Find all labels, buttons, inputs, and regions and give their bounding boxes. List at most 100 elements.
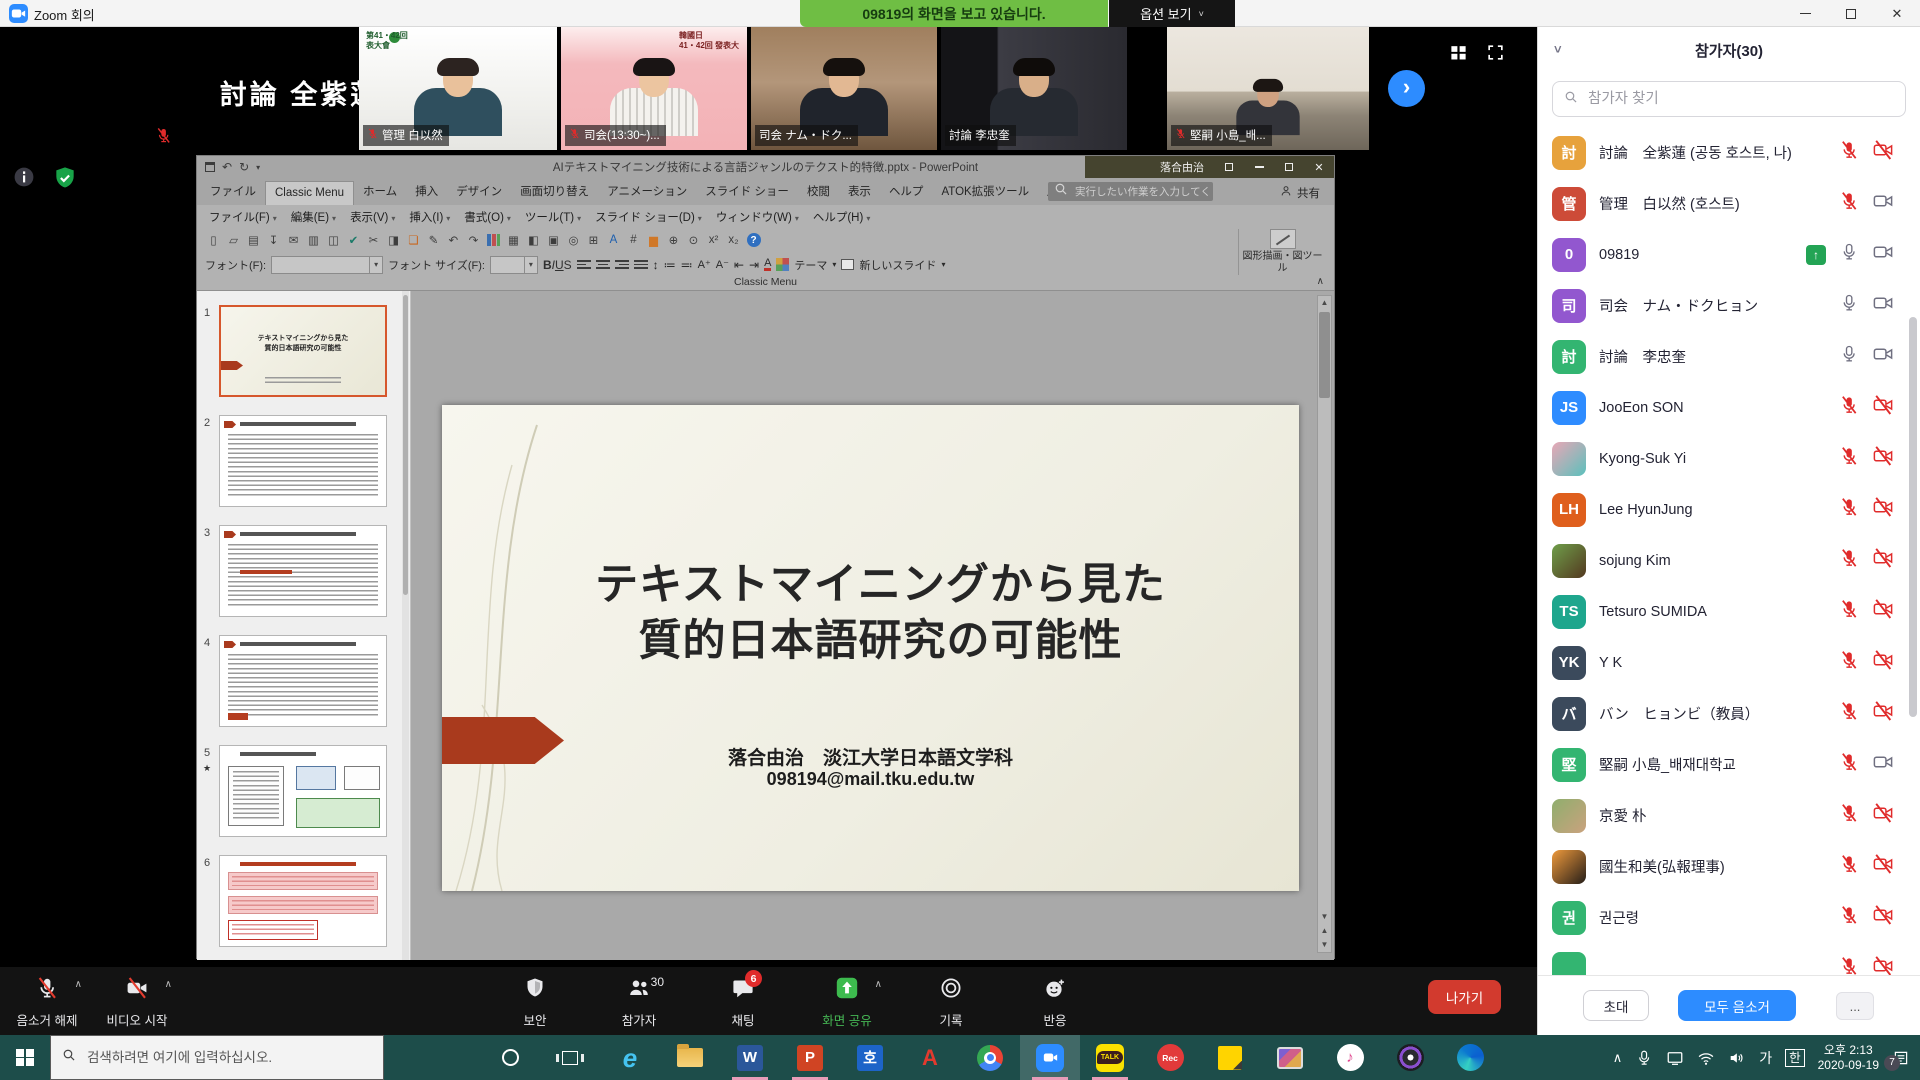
taskbar-app-acrobat[interactable]: A (900, 1035, 960, 1080)
grid-icon[interactable]: # (625, 231, 642, 249)
menu-スライド ショー[interactable]: スライド ショー(D)▾ (589, 208, 708, 226)
slide-thumbnail-1[interactable]: 1テキストマイニングから見た質的日本語研究の可能性 (197, 305, 410, 415)
taskbar-app-video-editor[interactable] (1260, 1035, 1320, 1080)
video-tile[interactable]: 討論 李忠奎 (941, 27, 1127, 150)
slide-scrollbar[interactable]: ▲ ▼ ▲ ▼ (1317, 295, 1332, 953)
drawing-tools-icon[interactable] (1270, 229, 1296, 249)
participant-row[interactable] (1538, 943, 1920, 975)
numbering-icon[interactable]: ≕ (681, 258, 693, 272)
thumbnail-scrollbar[interactable] (402, 291, 409, 960)
redo-icon[interactable]: ↷ (465, 231, 482, 249)
hyperlink-icon[interactable]: ◎ (565, 231, 582, 249)
security-button[interactable]: 보안 (498, 967, 572, 1035)
align-center-icon[interactable] (596, 260, 610, 269)
color-fill-icon[interactable]: ▆ (645, 231, 662, 249)
tab-classic-menu[interactable]: Classic Menu (265, 181, 354, 205)
participant-row[interactable]: 009819↑ (1538, 229, 1920, 280)
menu-ファイル[interactable]: ファイル(F)▾ (203, 208, 283, 226)
leave-meeting-button[interactable]: 나가기 (1428, 980, 1501, 1014)
spelling-icon[interactable]: ✔ (345, 231, 362, 249)
participant-row[interactable]: 堅堅嗣 小島_배재대학교 (1538, 739, 1920, 790)
bullets-icon[interactable]: ≔ (664, 258, 676, 272)
next-slide-button[interactable]: ▼ (1321, 938, 1329, 952)
slide-thumbnail-4[interactable]: 4 (197, 635, 410, 745)
open-icon[interactable]: ▱ (225, 231, 242, 249)
invite-button[interactable]: 초대 (1583, 990, 1649, 1021)
help-icon[interactable]: ? (745, 231, 762, 249)
ime-hangul-indicator[interactable]: 한 (1785, 1049, 1805, 1067)
tab-ヘルプ[interactable]: ヘルプ (880, 178, 933, 205)
microphone-tray-icon[interactable] (1635, 1049, 1653, 1067)
text-box-icon[interactable]: ⊞ (585, 231, 602, 249)
taskbar-app-itunes[interactable]: ♪ (1320, 1035, 1380, 1080)
taskbar-app-word[interactable]: W (720, 1035, 780, 1080)
slide-thumbnail-3[interactable]: 3 (197, 525, 410, 635)
save-icon[interactable]: ▤ (245, 231, 262, 249)
insert-table-icon[interactable]: ▦ (505, 231, 522, 249)
participant-row[interactable]: 管管理 白以然 (호스트) (1538, 178, 1920, 229)
redo-icon[interactable]: ↻ (239, 160, 249, 174)
undo-icon[interactable]: ↶ (445, 231, 462, 249)
reactions-button[interactable]: 반응 (1018, 967, 1092, 1035)
share-screen-button[interactable]: ∧화면 공유 (810, 967, 884, 1035)
paste-icon[interactable]: ❏ (405, 231, 422, 249)
participant-row[interactable]: 國生和美(弘報理事) (1538, 841, 1920, 892)
underline-button[interactable]: U (555, 258, 564, 272)
tell-me-search[interactable] (1048, 182, 1213, 201)
meeting-info-icon[interactable] (12, 165, 36, 196)
menu-挿入[interactable]: 挿入(I)▾ (403, 208, 456, 226)
slide-thumbnail-frame[interactable] (219, 855, 387, 947)
ppt-restore-button[interactable] (1274, 156, 1304, 178)
print-icon[interactable]: ▥ (305, 231, 322, 249)
tab-ファイル[interactable]: ファイル (201, 178, 265, 205)
tab-表示[interactable]: 表示 (839, 178, 880, 205)
volume-icon[interactable] (1728, 1049, 1746, 1067)
menu-表示[interactable]: 表示(V)▾ (344, 208, 401, 226)
slide-thumbnail-6[interactable]: 6 (197, 855, 410, 965)
taskbar-app-cortana[interactable] (480, 1035, 540, 1080)
save-icon[interactable] (205, 162, 215, 172)
tell-me-search-input[interactable] (1073, 185, 1212, 199)
more-options-button[interactable]: ... (1836, 992, 1874, 1020)
taskbar-search-input[interactable] (85, 1049, 365, 1066)
insert-chart-icon[interactable] (485, 231, 502, 249)
slide-thumbnail-2[interactable]: 2 (197, 415, 410, 525)
menu-書式[interactable]: 書式(O)▾ (458, 208, 517, 226)
taskbar-app-zoom[interactable] (1020, 1035, 1080, 1080)
print-preview-icon[interactable]: ◫ (325, 231, 342, 249)
display-tray-icon[interactable] (1666, 1049, 1684, 1067)
unmute-button[interactable]: ∧음소거 해제 (10, 967, 84, 1035)
slide-thumbnail-frame[interactable] (219, 745, 387, 837)
new-slide-button[interactable]: 新しいスライド (859, 257, 936, 273)
taskbar-app-chrome[interactable] (960, 1035, 1020, 1080)
edit-table-icon[interactable]: ◧ (525, 231, 542, 249)
slide-thumbnail-5[interactable]: 5★ (197, 745, 410, 855)
subscript-icon[interactable]: x₂ (725, 231, 742, 249)
increase-indent-icon[interactable]: ⇥ (749, 258, 759, 272)
taskbar-app-media-player[interactable] (1380, 1035, 1440, 1080)
collapse-ribbon-icon[interactable]: ∧ (1317, 276, 1324, 287)
close-button[interactable]: ✕ (1874, 0, 1920, 27)
increase-font-icon[interactable]: A⁺ (698, 258, 711, 271)
record-button[interactable]: 기록 (914, 967, 988, 1035)
ppt-minimize-button[interactable] (1244, 156, 1274, 178)
panel-collapse-icon[interactable]: ˅ (1554, 42, 1562, 57)
tab-画面切り替え[interactable]: 画面切り替え (511, 178, 598, 205)
taskbar-app-edge[interactable] (1440, 1035, 1500, 1080)
chevron-up-icon[interactable]: ∧ (875, 979, 882, 990)
participant-row[interactable]: 司司会 ナム・ドクヒョン (1538, 280, 1920, 331)
gallery-view-icon[interactable] (1449, 43, 1468, 62)
font-color-icon[interactable]: A (764, 258, 771, 271)
insert-graphic-icon[interactable]: ▣ (545, 231, 562, 249)
new-icon[interactable]: ▯ (205, 231, 222, 249)
customize-qat-icon[interactable]: ▾ (256, 163, 260, 172)
taskbar-app-gom-recorder[interactable]: Rec (1140, 1035, 1200, 1080)
slide-thumbnail-frame[interactable] (219, 415, 387, 507)
participants-button[interactable]: 30참가자 (602, 967, 676, 1035)
next-videos-button[interactable]: › (1388, 70, 1425, 107)
share-button[interactable]: 共有 (1279, 184, 1320, 201)
video-tile[interactable]: 堅嗣 小島_배... (1167, 27, 1369, 150)
taskbar-search[interactable] (50, 1035, 384, 1080)
participant-row[interactable]: 討討論 全紫蓮 (공동 호스트, 나) (1538, 127, 1920, 178)
tab-アニメーション[interactable]: アニメーション (598, 178, 696, 205)
